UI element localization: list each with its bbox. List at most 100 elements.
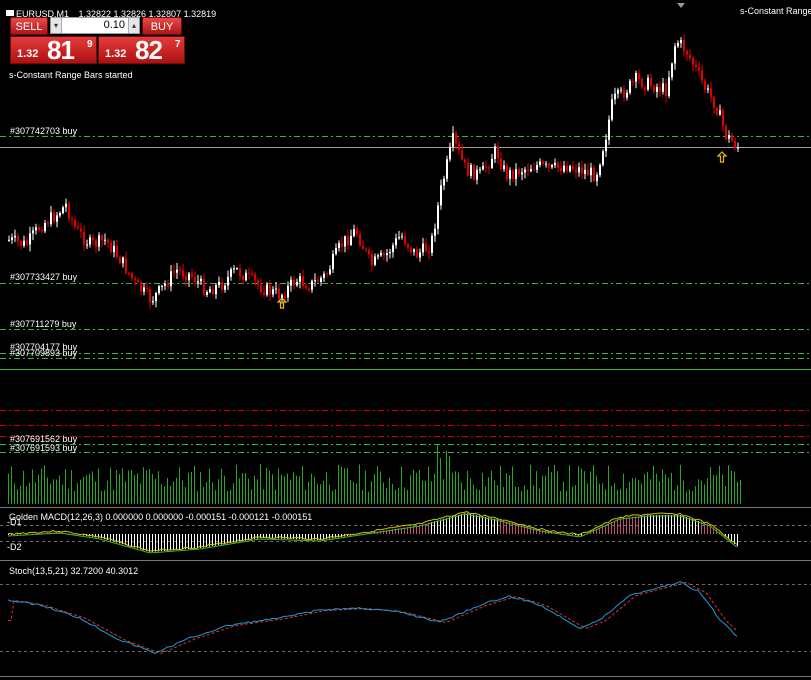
volume-decrease-icon[interactable]: ▾ (51, 18, 62, 33)
candle-body (11, 237, 13, 240)
candle-body (578, 167, 580, 173)
candle-body (56, 215, 58, 222)
price-chart[interactable] (0, 0, 811, 680)
candle-body (491, 158, 493, 168)
order-label[interactable]: #307709893 buy (10, 348, 77, 358)
candle-body (659, 87, 661, 92)
candle-body (122, 257, 124, 264)
candle-body (38, 227, 40, 231)
candle-body (563, 165, 565, 172)
candle-body (737, 147, 739, 149)
candle-body (512, 170, 514, 179)
candle-body (434, 228, 436, 236)
candle-body (125, 257, 127, 273)
candle-body (269, 284, 271, 295)
shift-marker-icon[interactable] (677, 3, 685, 8)
candle-body (473, 164, 475, 180)
candle-body (623, 89, 625, 98)
candle-body (425, 243, 427, 252)
candle-body (410, 247, 412, 252)
candle-body (71, 218, 73, 220)
order-label[interactable]: #307733427 buy (10, 272, 77, 282)
candle-body (635, 73, 637, 82)
candle-body (590, 167, 592, 176)
candle-body (287, 285, 289, 298)
candle-body (602, 151, 604, 165)
candle-body (224, 285, 226, 290)
candle-body (233, 268, 235, 270)
candle-body (155, 293, 157, 302)
candle-body (608, 119, 610, 140)
candle-body (692, 58, 694, 65)
candle-body (254, 274, 256, 281)
candle-body (206, 292, 208, 295)
order-label[interactable]: #307742703 buy (10, 126, 77, 136)
candle-body (200, 278, 202, 282)
sell-button[interactable]: SELL (10, 17, 48, 35)
candle-body (62, 207, 64, 214)
candle-body (239, 268, 241, 277)
one-click-trading-panel: SELL ▾ 0.10 ▴ BUY 1.32 81 9 1.32 82 7 (0, 0, 190, 70)
candle-body (551, 165, 553, 168)
candle-body (197, 281, 199, 283)
candle-body (569, 166, 571, 172)
buy-button[interactable]: BUY (142, 17, 182, 35)
candle-body (272, 289, 274, 295)
candle-body (227, 276, 229, 286)
candle-body (440, 185, 442, 206)
ask-pip-digit: 7 (175, 39, 181, 50)
candle-body (716, 108, 718, 115)
candle-body (347, 236, 349, 245)
candle-body (23, 240, 25, 246)
candle-body (530, 169, 532, 172)
volume-value[interactable]: 0.10 (63, 18, 127, 33)
candle-body (257, 280, 259, 285)
candle-body (443, 178, 445, 186)
buy-price-quote[interactable]: 1.32 82 7 (98, 35, 185, 65)
order-label[interactable]: #307691593 buy (10, 443, 77, 453)
candle-body (641, 78, 643, 88)
candle-body (149, 289, 151, 303)
candle-body (503, 165, 505, 170)
candle-body (497, 146, 499, 159)
candle-body (695, 64, 697, 68)
candle-body (230, 269, 232, 277)
candle-body (707, 88, 709, 90)
candle-body (107, 239, 109, 243)
candle-body (101, 235, 103, 241)
candle-body (593, 167, 595, 182)
volume-input[interactable]: ▾ 0.10 ▴ (50, 17, 140, 34)
candle-body (335, 248, 337, 255)
candle-body (98, 235, 100, 247)
candle-body (212, 289, 214, 295)
candle-body (548, 163, 550, 168)
volume-increase-icon[interactable]: ▴ (128, 18, 139, 33)
order-label[interactable]: #307711279 buy (10, 319, 76, 329)
candle-body (104, 239, 106, 241)
candle-body (182, 270, 184, 277)
candle-body (158, 286, 160, 294)
candle-body (401, 236, 403, 238)
sell-price-quote[interactable]: 1.32 81 9 (10, 35, 97, 65)
candle-body (95, 240, 97, 247)
candle-body (203, 278, 205, 295)
candle-body (275, 288, 277, 290)
candle-body (242, 276, 244, 281)
candle-body (722, 110, 724, 126)
candle-body (218, 281, 220, 286)
candle-body (617, 89, 619, 94)
candle-body (68, 203, 70, 219)
candle-body (137, 279, 139, 282)
candle-body (620, 89, 622, 91)
candle-body (650, 77, 652, 87)
candle-body (329, 269, 331, 274)
candle-body (338, 243, 340, 249)
candle-body (188, 273, 190, 281)
candle-body (674, 46, 676, 64)
candle-body (701, 70, 703, 81)
candle-body (341, 243, 343, 247)
candle-body (506, 165, 508, 179)
candle-body (533, 169, 535, 171)
candle-body (482, 165, 484, 170)
candle-body (689, 54, 691, 59)
